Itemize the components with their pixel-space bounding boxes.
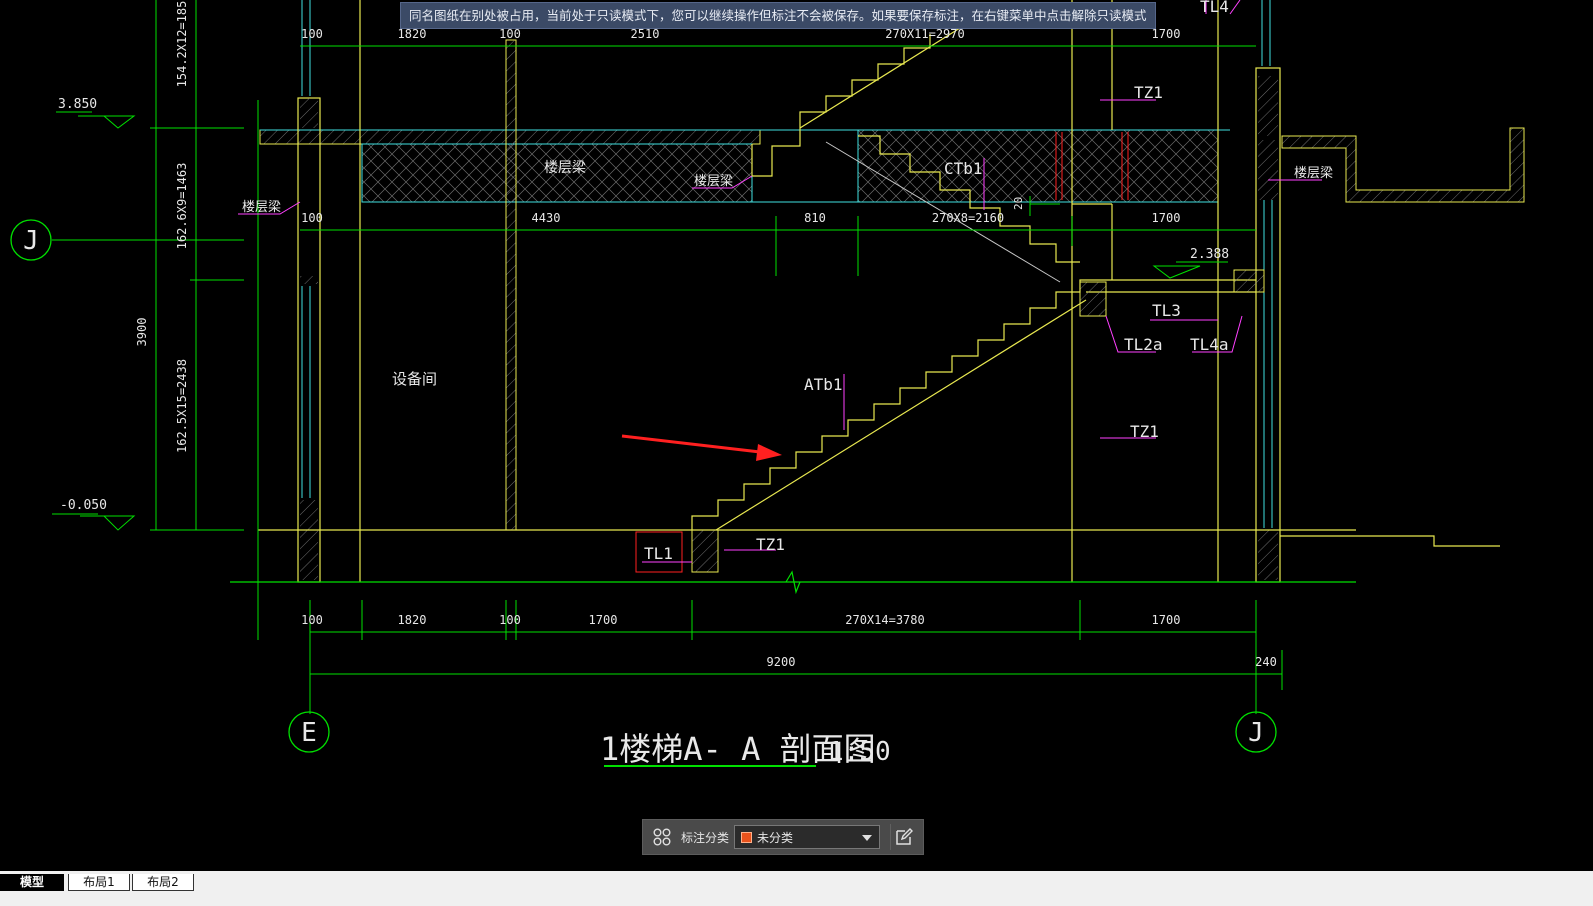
svg-text:100: 100 (301, 27, 323, 41)
svg-text:240: 240 (1255, 655, 1277, 669)
tab-layout-2[interactable]: 布局2 (132, 874, 194, 891)
red-arrow-annotation (621, 434, 782, 461)
svg-text:270X8=2160: 270X8=2160 (932, 211, 1004, 225)
svg-text:1820: 1820 (398, 27, 427, 41)
chevron-down-icon (862, 835, 873, 841)
grid-apps-icon[interactable] (651, 826, 673, 848)
level-text: -0.050 (60, 498, 107, 513)
vertical-dim-text: 162.6X9=1463 (175, 163, 189, 250)
edit-icon[interactable] (890, 824, 917, 850)
small-dim-label: 20 (1012, 197, 1025, 210)
grid-axis-j-right: J (1235, 711, 1277, 753)
ground-lines (230, 529, 1500, 595)
svg-text:100: 100 (301, 613, 323, 627)
left-wall (297, 0, 321, 583)
svg-text:4430: 4430 (532, 211, 561, 225)
svg-text:270X11=2970: 270X11=2970 (885, 27, 964, 41)
floor-beam-label: 楼层梁 (544, 160, 586, 176)
annotation-category-label: 标注分类 (681, 830, 730, 845)
svg-text:100: 100 (499, 27, 521, 41)
axis-label: E (301, 718, 317, 748)
svg-text:100: 100 (499, 613, 521, 627)
svg-text:2510: 2510 (631, 27, 660, 41)
floor-beam-label: 楼层梁 (1294, 166, 1333, 181)
svg-text:1700: 1700 (1152, 613, 1181, 627)
level-text: 2.388 (1190, 247, 1229, 262)
annotation-category-select[interactable]: 未分类 (734, 825, 881, 849)
category-selected-value: 未分类 (757, 830, 794, 845)
svg-text:1700: 1700 (1152, 27, 1181, 41)
tz1-label: TZ1 (1130, 422, 1159, 441)
balcony-slab (1281, 127, 1525, 203)
atb1-label: ATb1 (804, 375, 843, 394)
grid-axis-j-left: J (10, 219, 244, 261)
level-text: 3.850 (58, 97, 97, 112)
tz1-label: TZ1 (756, 535, 785, 554)
annotation-labels: 楼层梁 楼层梁 楼层梁 楼层梁 设备间 CTb1 ATb1 TZ1 TZ1 TZ… (242, 0, 1333, 563)
level-mark-minus-0050: -0.050 (52, 498, 136, 531)
read-only-banner: 同名图纸在别处被占用，当前处于只读模式下，您可以继续操作但标注不会被保存。如果要… (400, 2, 1156, 29)
scale-text: 1:50 (828, 737, 891, 767)
svg-text:270X14=3780: 270X14=3780 (845, 613, 924, 627)
svg-text:100: 100 (301, 211, 323, 225)
tab-model[interactable]: 模型 (0, 874, 64, 891)
drawing-title: 1楼梯A- A 剖面图 1:50 (600, 730, 891, 768)
tl3-label: TL3 (1152, 301, 1181, 320)
bottom-dimension-texts: 100 1820 100 1700 270X14=3780 1700 (301, 613, 1180, 627)
svg-text:1700: 1700 (589, 613, 618, 627)
tz1-label: TZ1 (1134, 83, 1163, 102)
tl1-label: TL1 (644, 544, 673, 563)
layout-tab-bar: 模型 布局1 布局2 (0, 871, 1593, 906)
category-color-swatch (741, 831, 753, 843)
top-dimension-texts: 100 1820 100 2510 270X11=2970 1700 (301, 27, 1180, 41)
cad-drawing-canvas[interactable]: J E J 3.850 -0.050 2.388 154.2X12=185 16… (0, 0, 1593, 888)
floor-slab (259, 129, 1230, 203)
svg-text:810: 810 (804, 211, 826, 225)
tl2a-label: TL2a (1124, 335, 1163, 354)
vertical-dim-text: 162.5X15=2438 (175, 359, 189, 453)
tl4-label: TL4 (1200, 0, 1229, 16)
tab-layout-1[interactable]: 布局1 (68, 874, 130, 891)
middle-dimension-texts: 100 4430 810 270X8=2160 1700 (301, 211, 1180, 225)
floor-beam-label: 楼层梁 (242, 200, 281, 215)
tl4a-label: TL4a (1190, 335, 1229, 354)
floor-beam-label: 楼层梁 (694, 174, 733, 189)
annotation-toolbar: 标注分类 未分类 (642, 819, 924, 855)
vertical-dim-text: 3900 (135, 318, 149, 347)
svg-text:1700: 1700 (1152, 211, 1181, 225)
overall-dimension-texts: 9200 240 (767, 655, 1277, 669)
vertical-dim-text: 154.2X12=185 (175, 1, 189, 88)
grid-axis-e: E (288, 711, 330, 753)
ctb1-label: CTb1 (944, 159, 983, 178)
equipment-room-label: 设备间 (392, 370, 437, 388)
level-mark-3850: 3.850 (56, 97, 136, 129)
axis-label: J (1248, 718, 1264, 748)
axis-label: J (23, 226, 39, 256)
svg-text:9200: 9200 (767, 655, 796, 669)
svg-text:1820: 1820 (398, 613, 427, 627)
